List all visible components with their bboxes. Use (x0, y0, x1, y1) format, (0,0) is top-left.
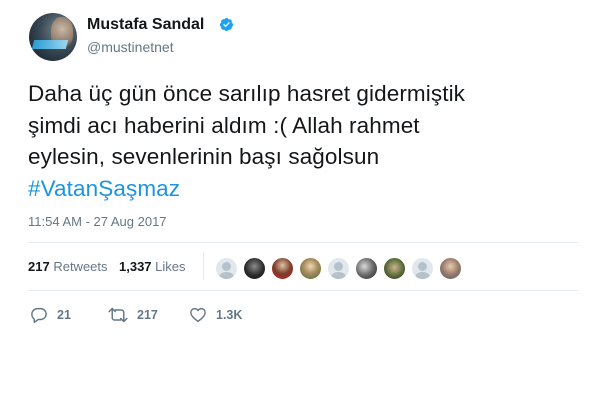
liker-avatar-5[interactable] (327, 257, 350, 280)
divider (28, 242, 579, 243)
liker-avatar-6[interactable] (355, 257, 378, 280)
likes-count: 1,337 (119, 259, 152, 274)
hashtag-link[interactable]: #VatanŞaşmaz (28, 173, 573, 205)
retweet-icon (108, 307, 128, 323)
user-name[interactable]: Mustafa Sandal (87, 16, 204, 34)
liker-avatar-1[interactable] (215, 257, 238, 280)
tweet-card: Mustafa Sandal @mustinetnet Daha üç gün … (0, 0, 599, 420)
liker-avatar-9[interactable] (439, 257, 462, 280)
tweet-timestamp[interactable]: 11:54 AM - 27 Aug 2017 (28, 214, 167, 229)
divider (28, 290, 579, 291)
likes-label: Likes (155, 259, 186, 274)
liker-avatar-4[interactable] (299, 257, 322, 280)
tweet-text-line: şimdi acı haberini aldım :( Allah rahmet (28, 112, 420, 138)
retweets-stat[interactable]: 217 Retweets (28, 259, 108, 274)
reply-icon (31, 307, 47, 324)
retweets-count: 217 (28, 259, 50, 274)
like-button[interactable]: 1.3K (189, 306, 259, 324)
retweets-label: Retweets (53, 259, 108, 274)
heart-icon (190, 307, 206, 323)
tweet-text-line: Daha üç gün önce sarılıp hasret gidermiş… (28, 81, 466, 106)
retweet-button[interactable]: 217 (108, 306, 168, 324)
liker-avatar-7[interactable] (383, 257, 406, 280)
reply-count: 21 (57, 308, 71, 322)
liker-avatar-3[interactable] (271, 257, 294, 280)
tweet-text: Daha üç gün önce sarılıp hasret gidermiş… (28, 78, 573, 204)
avatar[interactable] (29, 13, 77, 61)
stats-separator (203, 252, 204, 280)
tweet-text-line: eylesin, sevenlerinin başı sağolsun (28, 144, 380, 169)
user-handle[interactable]: @mustinetnet (87, 39, 174, 55)
like-count: 1.3K (216, 308, 243, 322)
retweet-count: 217 (137, 308, 158, 322)
verified-badge-icon (219, 17, 234, 32)
liker-avatar-2[interactable] (243, 257, 266, 280)
likes-stat[interactable]: 1,337 Likes (119, 259, 186, 274)
liker-avatar-8[interactable] (411, 257, 434, 280)
reply-button[interactable]: 21 (30, 306, 90, 324)
avatar-logo (31, 40, 69, 49)
